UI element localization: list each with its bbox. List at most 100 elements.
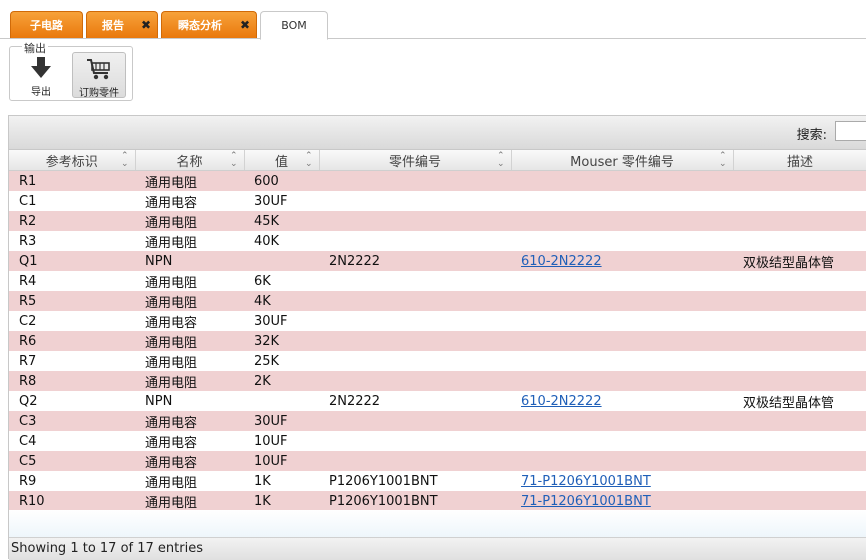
table-cell xyxy=(511,211,733,231)
table-cell: R1 xyxy=(9,170,135,191)
table-cell xyxy=(319,431,511,451)
table-cell xyxy=(319,331,511,351)
table-cell xyxy=(511,431,733,451)
tab-transient-analysis[interactable]: 瞬态分析 ✖ xyxy=(161,11,257,38)
table-cell xyxy=(319,231,511,251)
table-cell: R5 xyxy=(9,291,135,311)
mouser-part-link[interactable]: 71-P1206Y1001BNT xyxy=(521,494,651,509)
table-cell xyxy=(319,211,511,231)
table-cell xyxy=(733,291,866,311)
table-cell: C3 xyxy=(9,411,135,431)
table-row[interactable]: C5 通用电容 10UF xyxy=(9,451,866,471)
column-header[interactable]: 参考标识 ⌃ ⌄ xyxy=(9,150,136,171)
table-row[interactable]: R7 通用电阻 25K xyxy=(9,351,866,371)
search-input[interactable] xyxy=(835,121,866,141)
table-row[interactable]: C4 通用电容 10UF xyxy=(9,431,866,451)
column-header[interactable]: 零件编号 ⌃ ⌄ xyxy=(319,150,512,171)
table-row[interactable]: C1 通用电容 30UF xyxy=(9,191,866,211)
sort-icon[interactable]: ⌃ ⌄ xyxy=(121,152,129,169)
table-cell xyxy=(511,331,733,351)
column-header-label: 名称 xyxy=(176,154,203,170)
column-header-label: Mouser 零件编号 xyxy=(570,154,674,170)
sort-icon[interactable]: ⌃ ⌄ xyxy=(305,152,313,169)
sort-icon[interactable]: ⌃ ⌄ xyxy=(497,152,505,169)
table-row[interactable]: C2 通用电容 30UF xyxy=(9,311,866,331)
table-cell: 通用电阻 xyxy=(135,231,244,251)
table-cell xyxy=(733,371,866,391)
mouser-part-link[interactable]: 610-2N2222 xyxy=(521,394,602,409)
table-cell xyxy=(733,170,866,191)
table-cell: R4 xyxy=(9,271,135,291)
table-cell xyxy=(511,411,733,431)
table-cell xyxy=(511,291,733,311)
table-row[interactable]: R1 通用电阻 600 xyxy=(9,170,866,191)
table-cell: 通用电阻 xyxy=(135,211,244,231)
tab-report[interactable]: 报告 ✖ xyxy=(86,11,158,38)
table-cell: 6K xyxy=(244,271,319,291)
table-cell: 2N2222 xyxy=(319,391,511,411)
table-cell: 610-2N2222 xyxy=(511,251,733,271)
table-cell: 30UF xyxy=(244,411,319,431)
close-icon[interactable]: ✖ xyxy=(141,12,151,39)
table-cell: 通用电阻 xyxy=(135,170,244,191)
column-header[interactable]: 描述 xyxy=(733,150,866,171)
order-parts-button[interactable]: 订购零件 xyxy=(72,52,126,99)
table-cell: 10UF xyxy=(244,431,319,451)
tab-bar: 子电路 报告 ✖ 瞬态分析 ✖ BOM xyxy=(0,0,866,40)
table-cell: 双极结型晶体管 xyxy=(733,391,866,411)
table-row[interactable]: C3 通用电容 30UF xyxy=(9,411,866,431)
table-cell: 30UF xyxy=(244,311,319,331)
table-cell xyxy=(733,271,866,291)
table-cell xyxy=(319,311,511,331)
sort-icon[interactable]: ⌃ ⌄ xyxy=(719,152,727,169)
table-cell: Q2 xyxy=(9,391,135,411)
table-cell xyxy=(733,471,866,491)
table-row[interactable]: R3 通用电阻 40K xyxy=(9,231,866,251)
table-cell: 71-P1206Y1001BNT xyxy=(511,471,733,491)
table-cell: 通用电容 xyxy=(135,451,244,471)
table-row[interactable]: R8 通用电阻 2K xyxy=(9,371,866,391)
column-header[interactable]: 值 ⌃ ⌄ xyxy=(244,150,320,171)
tab-bom[interactable]: BOM xyxy=(260,11,328,40)
table-cell: P1206Y1001BNT xyxy=(319,471,511,491)
mouser-part-link[interactable]: 610-2N2222 xyxy=(521,254,602,269)
column-header-label: 参考标识 xyxy=(45,154,98,170)
mouser-part-link[interactable]: 71-P1206Y1001BNT xyxy=(521,474,651,489)
close-icon[interactable]: ✖ xyxy=(240,12,250,39)
table-cell xyxy=(733,451,866,471)
table-cell xyxy=(733,431,866,451)
table-row[interactable]: Q1 NPN 2N2222 610-2N2222 双极结型晶体管 xyxy=(9,251,866,271)
tab-subcircuit[interactable]: 子电路 xyxy=(10,11,83,38)
table-cell xyxy=(319,271,511,291)
table-cell xyxy=(511,371,733,391)
header-row: 参考标识 ⌃ ⌄ 名称 ⌃ ⌄ 值 ⌃ ⌄ 零件编号 ⌃ ⌄ Mouser 零件编号 ⌃ ⌄ 描述 xyxy=(9,150,866,171)
table-cell: P1206Y1001BNT xyxy=(319,491,511,511)
table-cell: 10UF xyxy=(244,451,319,471)
column-header-label: 零件编号 xyxy=(388,154,441,170)
table-row[interactable]: R4 通用电阻 6K xyxy=(9,271,866,291)
table-row[interactable]: Q2 NPN 2N2222 610-2N2222 双极结型晶体管 xyxy=(9,391,866,411)
tab-label: BOM xyxy=(281,19,307,32)
table-row[interactable]: R9 通用电阻 1K P1206Y1001BNT 71-P1206Y1001BNT xyxy=(9,471,866,491)
table-cell: 4K xyxy=(244,291,319,311)
table-cell: 30UF xyxy=(244,191,319,211)
shopping-cart-icon xyxy=(87,59,110,80)
table-cell xyxy=(319,411,511,431)
table-cell: 通用电阻 xyxy=(135,271,244,291)
table-row[interactable]: R10 通用电阻 1K P1206Y1001BNT 71-P1206Y1001BNT xyxy=(9,491,866,511)
table-row[interactable]: R5 通用电阻 4K xyxy=(9,291,866,311)
column-header[interactable]: 名称 ⌃ ⌄ xyxy=(135,150,245,171)
table-cell: C4 xyxy=(9,431,135,451)
table-cell xyxy=(733,411,866,431)
output-group-label: 输出 xyxy=(22,40,48,56)
grid-empty-area xyxy=(9,510,866,537)
table-row[interactable]: R6 通用电阻 32K xyxy=(9,331,866,351)
table-cell xyxy=(244,251,319,271)
column-header[interactable]: Mouser 零件编号 ⌃ ⌄ xyxy=(511,150,734,171)
export-button[interactable]: 导出 xyxy=(14,52,68,98)
table-row[interactable]: R2 通用电阻 45K xyxy=(9,211,866,231)
table-cell xyxy=(733,491,866,511)
sort-icon[interactable]: ⌃ ⌄ xyxy=(230,152,238,169)
table-cell: R2 xyxy=(9,211,135,231)
table-body: R1 通用电阻 600 C1 通用电容 30UF R2 通用电阻 45K R3 通用电阻 40K Q1 N… xyxy=(9,170,866,511)
